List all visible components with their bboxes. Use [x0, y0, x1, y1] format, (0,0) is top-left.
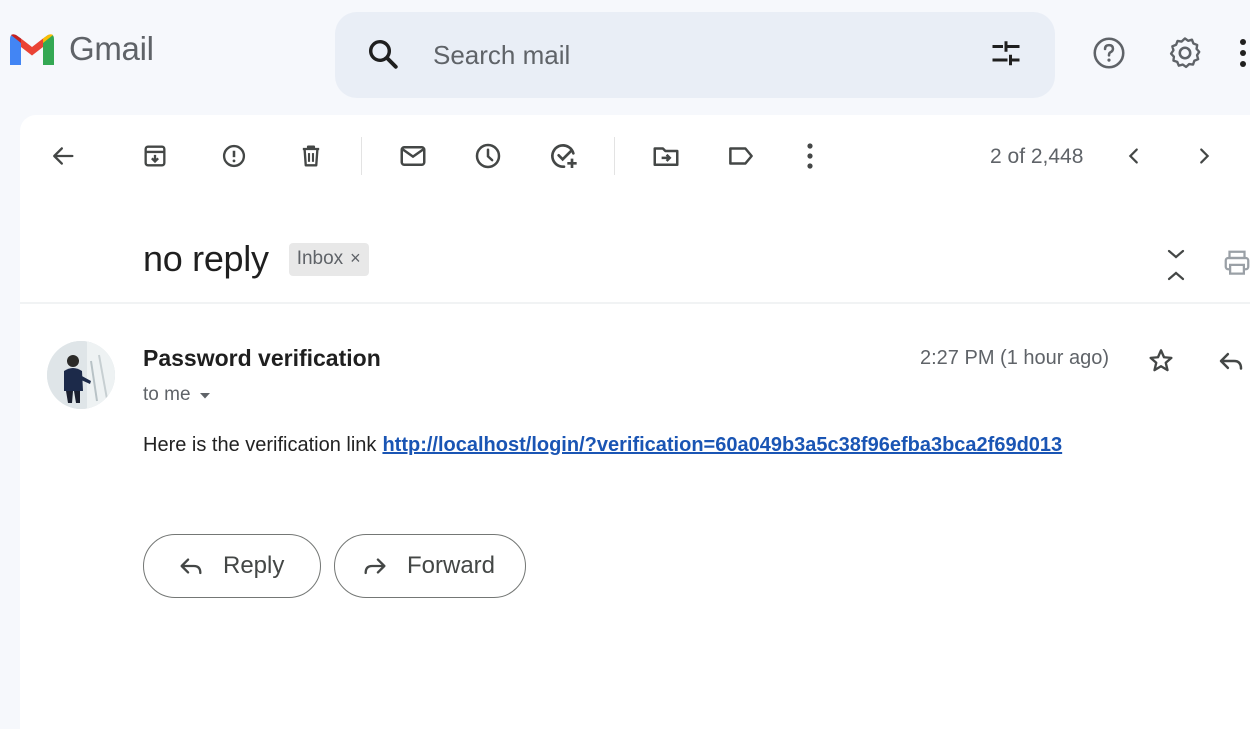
apps-grid-icon[interactable] [1236, 38, 1250, 73]
message-body: Here is the verification link http://loca… [143, 434, 1062, 457]
search-options-icon[interactable] [988, 36, 1024, 77]
sender-avatar[interactable] [47, 341, 115, 409]
subject-row: no reply Inbox × [143, 238, 369, 280]
caret-down-icon[interactable] [199, 392, 211, 400]
forward-label: Forward [407, 552, 496, 579]
remove-label-button[interactable]: × [350, 248, 361, 269]
older-chevron-right-icon[interactable] [1186, 138, 1222, 174]
search-input[interactable] [431, 32, 955, 78]
recipient-text: to me [143, 384, 191, 405]
message-time: 2:27 PM (1 hour ago) [920, 347, 1109, 369]
reply-arrow-icon[interactable] [1216, 346, 1246, 381]
reply-label: Reply [223, 552, 285, 579]
move-to-folder-icon[interactable] [648, 138, 684, 174]
email-subject: no reply [143, 238, 269, 279]
star-icon[interactable] [1146, 346, 1176, 381]
archive-icon[interactable] [137, 138, 173, 174]
recipient-details[interactable]: to me [143, 384, 211, 406]
mark-unread-envelope-icon[interactable] [395, 138, 431, 174]
toolbar-divider [614, 137, 615, 175]
label-tag-icon[interactable] [723, 138, 759, 174]
pagination-count: 2 of 2,448 [990, 145, 1084, 168]
message-panel [20, 115, 1250, 729]
forward-icon [364, 558, 386, 575]
sender-name[interactable]: Password verification [143, 345, 381, 372]
print-icon[interactable] [1222, 248, 1250, 283]
verification-link[interactable]: http://localhost/login/?verification=60a… [382, 434, 1062, 456]
help-icon[interactable] [1090, 34, 1128, 77]
app-name: Gmail [69, 30, 154, 67]
toolbar-divider [361, 137, 362, 175]
settings-gear-icon[interactable] [1166, 34, 1204, 77]
back-arrow-icon[interactable] [45, 138, 81, 174]
reply-icon [180, 558, 202, 575]
gmail-app: Gmail Search mail 2 of 2,448 no reply In… [0, 0, 1250, 729]
gmail-m-icon [10, 34, 54, 65]
header-divider [20, 302, 1250, 304]
collapse-all-icon[interactable] [1163, 247, 1189, 288]
label-chip-text: Inbox [296, 247, 344, 269]
forward-button[interactable]: Forward [334, 534, 526, 598]
inbox-label-chip[interactable]: Inbox × [288, 242, 369, 276]
add-to-tasks-icon[interactable] [546, 138, 582, 174]
gmail-logo[interactable]: Gmail [8, 30, 154, 68]
snooze-clock-icon[interactable] [470, 138, 506, 174]
report-spam-icon[interactable] [216, 138, 252, 174]
newer-chevron-left-icon[interactable] [1116, 138, 1152, 174]
body-text: Here is the verification link [143, 434, 377, 456]
search-icon[interactable] [365, 36, 401, 77]
delete-trash-icon[interactable] [293, 138, 329, 174]
reply-button[interactable]: Reply [143, 534, 321, 598]
more-options-icon[interactable] [792, 138, 828, 174]
search-bar[interactable] [335, 12, 1055, 98]
